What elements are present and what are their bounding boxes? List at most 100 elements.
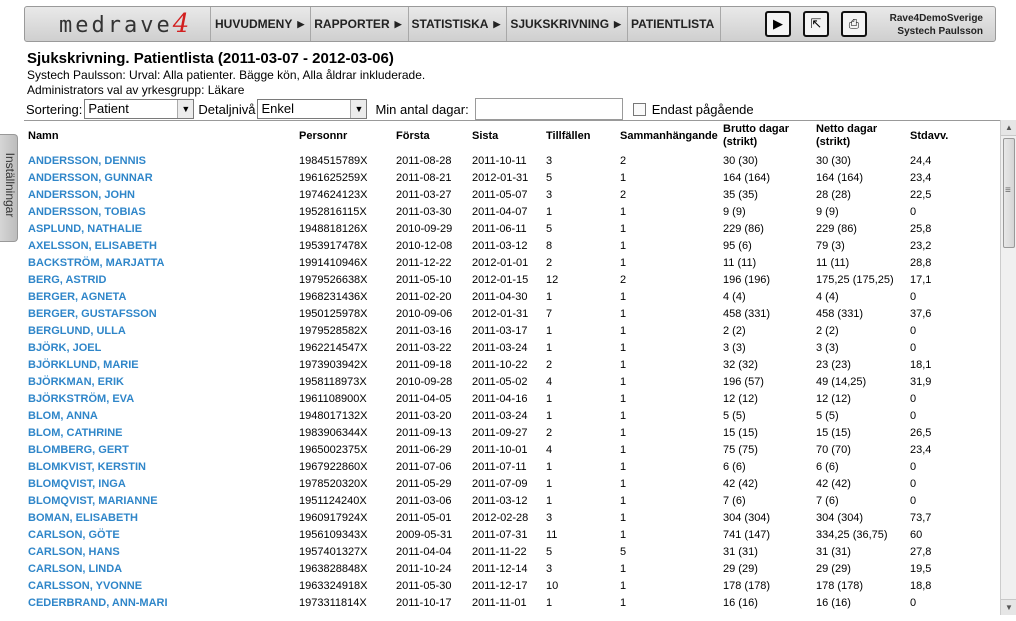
patient-name-link[interactable]: ANDERSSON, JOHN xyxy=(28,187,135,204)
patient-name-link[interactable]: BLOMBERG, GERT xyxy=(28,442,129,459)
col-header-tillfallen[interactable]: Tillfällen xyxy=(546,130,590,143)
cell-forsta: 2011-06-29 xyxy=(396,444,452,456)
cell-brutto: 29 (29) xyxy=(723,563,758,575)
nav-item-rapporter[interactable]: RAPPORTER ▶ xyxy=(311,7,409,41)
patient-name-link[interactable]: AXELSSON, ELISABETH xyxy=(28,238,157,255)
cell-tillfallen: 4 xyxy=(546,376,553,388)
cell-tillfallen: 8 xyxy=(546,240,553,252)
cell-netto: 229 (86) xyxy=(816,223,857,235)
col-header-sista[interactable]: Sista xyxy=(472,130,498,143)
cell-sista: 2012-02-28 xyxy=(472,512,529,524)
patient-name-link[interactable]: ANDERSSON, TOBIAS xyxy=(28,204,146,221)
col-header-personnr[interactable]: Personnr xyxy=(299,130,347,143)
patient-name-link[interactable]: CARLSON, GÖTE xyxy=(28,527,120,544)
cell-netto: 49 (14,25) xyxy=(816,376,867,388)
patient-name-link[interactable]: BJÖRKMAN, ERIK xyxy=(28,374,124,391)
print-button[interactable]: ⎙ xyxy=(841,11,867,37)
cell-sista: 2011-10-11 xyxy=(472,155,527,167)
patient-name-link[interactable]: CEDERBRAND, ANN-MARI xyxy=(28,595,168,612)
cell-sista: 2011-07-11 xyxy=(472,461,527,473)
scroll-down-icon[interactable]: ▼ xyxy=(1001,599,1016,615)
col-header-name[interactable]: Namn xyxy=(28,130,59,143)
cell-netto: 334,25 (36,75) xyxy=(816,529,888,541)
submenu-arrow-icon: ▶ xyxy=(394,18,402,29)
patient-name-link[interactable]: BLOMQVIST, MARIANNE xyxy=(28,493,158,510)
cell-forsta: 2011-09-18 xyxy=(396,359,452,371)
cell-sammanhangande: 1 xyxy=(620,461,627,473)
cell-tillfallen: 1 xyxy=(546,291,553,303)
patient-name-link[interactable]: BOMAN, ELISABETH xyxy=(28,510,138,527)
cell-sammanhangande: 2 xyxy=(620,189,627,201)
cell-sista: 2011-03-24 xyxy=(472,342,528,354)
cell-tillfallen: 3 xyxy=(546,189,553,201)
cell-netto: 4 (4) xyxy=(816,291,839,303)
cell-tillfallen: 3 xyxy=(546,563,553,575)
cell-tillfallen: 1 xyxy=(546,342,553,354)
filter-controls: Sortering: Patient ▼ Detaljnivå Enkel ▼ … xyxy=(26,98,754,120)
detail-value: Enkel xyxy=(261,101,294,116)
cell-personnr: 1961108900X xyxy=(299,393,367,405)
cell-sammanhangande: 1 xyxy=(620,597,627,609)
export-button[interactable]: ⇱ xyxy=(803,11,829,37)
patient-name-link[interactable]: BJÖRK, JOEL xyxy=(28,340,101,357)
patient-name-link[interactable]: BERGLUND, ULLA xyxy=(28,323,126,340)
cell-stdavv: 23,2 xyxy=(910,240,932,252)
patient-name-link[interactable]: BERGER, GUSTAFSSON xyxy=(28,306,157,323)
nav-item-huvudmeny[interactable]: HUVUDMENY ▶ xyxy=(212,7,312,41)
patient-name-link[interactable]: ASPLUND, NATHALIE xyxy=(28,221,142,238)
patient-name-link[interactable]: BACKSTRÖM, MARJATTA xyxy=(28,255,164,272)
table-row: BLOMQVIST, MARIANNE 1951124240X 2011-03-06… xyxy=(24,493,1004,510)
cell-tillfallen: 5 xyxy=(546,223,553,235)
col-header-sammanhangande[interactable]: Sammanhängande xyxy=(620,130,718,143)
patient-name-link[interactable]: BLOM, CATHRINE xyxy=(28,425,123,442)
detail-select[interactable]: Enkel ▼ xyxy=(257,99,368,119)
cell-stdavv: 37,6 xyxy=(910,308,932,320)
cell-personnr: 1967922860X xyxy=(299,461,368,473)
cell-forsta: 2011-03-06 xyxy=(396,495,452,507)
cell-forsta: 2011-05-01 xyxy=(396,512,452,524)
patient-name-link[interactable]: BLOM, ANNA xyxy=(28,408,98,425)
col-header-forsta[interactable]: Första xyxy=(396,130,430,143)
ongoing-checkbox[interactable] xyxy=(632,102,646,116)
patient-name-link[interactable]: ANDERSSON, DENNIS xyxy=(28,153,146,170)
cell-netto: 30 (30) xyxy=(816,155,851,167)
scroll-thumb[interactable]: ≡ xyxy=(1003,138,1015,248)
app-logo[interactable]: medrave4 xyxy=(25,7,211,41)
settings-side-tab[interactable]: Inställningar xyxy=(0,134,18,242)
patient-name-link[interactable]: BJÖRKLUND, MARIE xyxy=(28,357,139,374)
vertical-scrollbar[interactable]: ▲ ≡ ▼ xyxy=(1000,120,1016,615)
col-header-netto[interactable]: Netto dagar (strikt) xyxy=(816,123,877,149)
submenu-arrow-icon: ▶ xyxy=(614,18,621,29)
patient-name-link[interactable]: BERGER, AGNETA xyxy=(28,289,126,306)
cell-personnr: 1974624123X xyxy=(299,189,368,201)
detail-label: Detaljnivå xyxy=(198,101,256,117)
patient-name-link[interactable]: CARLSSON, YVONNE xyxy=(28,578,142,595)
patient-name-link[interactable]: BERG, ASTRID xyxy=(28,272,106,289)
patient-name-link[interactable]: CARLSON, LINDA xyxy=(28,561,122,578)
cell-stdavv: 17,1 xyxy=(910,274,932,286)
min-days-input[interactable] xyxy=(474,98,623,120)
cell-sista: 2011-07-09 xyxy=(472,478,528,490)
nav-item-patientlista[interactable]: PATIENTLISTA xyxy=(628,7,722,41)
patient-name-link[interactable]: BLOMQVIST, INGA xyxy=(28,476,126,493)
col-header-stdavv[interactable]: Stdavv. xyxy=(910,130,948,143)
cell-tillfallen: 10 xyxy=(546,580,559,592)
cell-forsta: 2011-03-30 xyxy=(396,206,452,218)
nav-item-sjukskrivning[interactable]: SJUKSKRIVNING ▶ xyxy=(507,7,628,41)
cell-forsta: 2011-04-05 xyxy=(396,393,452,405)
play-button[interactable]: ▶ xyxy=(765,11,791,37)
scroll-up-icon[interactable]: ▲ xyxy=(1001,120,1016,136)
patient-name-link[interactable]: CARLSON, HANS xyxy=(28,544,120,561)
nav-item-statistiska[interactable]: STATISTISKA ▶ xyxy=(409,7,508,41)
patient-name-link[interactable]: BLOMKVIST, KERSTIN xyxy=(28,459,146,476)
table-row: ANDERSSON, JOHN 1974624123X 2011-03-27 2011… xyxy=(24,187,1004,204)
cell-forsta: 2010-09-28 xyxy=(396,376,453,388)
cell-tillfallen: 4 xyxy=(546,444,553,456)
sort-select[interactable]: Patient ▼ xyxy=(84,99,195,119)
patient-name-link[interactable]: ANDERSSON, GUNNAR xyxy=(28,170,153,187)
patient-name-link[interactable]: BJÖRKSTRÖM, EVA xyxy=(28,391,134,408)
col-header-brutto[interactable]: Brutto dagar (strikt) xyxy=(723,123,789,149)
cell-stdavv: 26,5 xyxy=(910,427,932,439)
cell-sammanhangande: 1 xyxy=(620,580,627,592)
table-row: BLOMBERG, GERT 1965002375X 2011-06-29 2011-… xyxy=(24,442,1004,459)
